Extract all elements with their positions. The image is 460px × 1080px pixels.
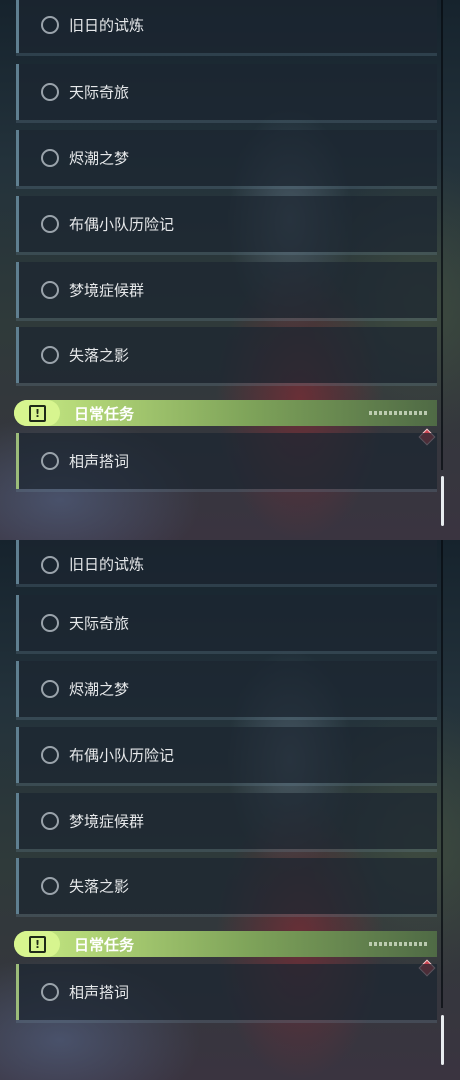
quest-label: 烬潮之梦 [69, 149, 130, 168]
quest-panel-2: 旧日的试炼 天际奇旅 烬潮之梦 布偶小队历险记 梦境症候群 失落之影 ! 日常任… [0, 540, 460, 1080]
quest-label: 烬潮之梦 [69, 680, 130, 699]
radio-circle-icon [41, 149, 59, 167]
quest-row[interactable]: 梦境症候群 [16, 262, 437, 318]
quest-label: 失落之影 [69, 346, 130, 365]
quest-row[interactable]: 烬潮之梦 [16, 661, 437, 717]
radio-circle-icon [41, 16, 59, 34]
decorative-stripe [369, 942, 427, 946]
quest-label: 失落之影 [69, 877, 130, 896]
section-title: 日常任务 [74, 405, 135, 423]
quest-row[interactable]: 梦境症候群 [16, 793, 437, 849]
quest-row[interactable]: 失落之影 [16, 858, 437, 914]
radio-circle-icon [41, 215, 59, 233]
daily-quest-row[interactable]: 相声搭词 [16, 964, 437, 1020]
quest-label: 布偶小队历险记 [69, 746, 175, 765]
daily-quest-row[interactable]: 相声搭词 [16, 433, 437, 489]
quest-row[interactable]: 布偶小队历险记 [16, 196, 437, 252]
radio-circle-icon [41, 452, 59, 470]
radio-circle-icon [41, 877, 59, 895]
section-title: 日常任务 [74, 936, 135, 954]
scrollbar-thumb[interactable] [441, 1015, 444, 1065]
quest-row[interactable]: 天际奇旅 [16, 595, 437, 651]
quest-row[interactable]: 烬潮之梦 [16, 130, 437, 186]
daily-section-header[interactable]: ! 日常任务 [14, 931, 437, 957]
quest-row[interactable]: 旧日的试炼 [16, 0, 437, 53]
quest-row[interactable]: 旧日的试炼 [16, 540, 437, 584]
quest-row[interactable]: 布偶小队历险记 [16, 727, 437, 783]
scrollbar-thumb[interactable] [441, 476, 444, 526]
quest-label: 天际奇旅 [69, 614, 130, 633]
quest-row[interactable]: 天际奇旅 [16, 64, 437, 120]
quest-row[interactable]: 失落之影 [16, 327, 437, 383]
radio-circle-icon [41, 812, 59, 830]
radio-circle-icon [41, 346, 59, 364]
quest-label: 相声搭词 [69, 983, 130, 1002]
exclamation-box-icon: ! [14, 400, 60, 426]
quest-label: 相声搭词 [69, 452, 130, 471]
decorative-stripe [369, 411, 427, 415]
scroll-track [441, 0, 443, 470]
radio-circle-icon [41, 746, 59, 764]
radio-circle-icon [41, 983, 59, 1001]
radio-circle-icon [41, 83, 59, 101]
scroll-track [441, 540, 443, 1008]
quest-panel-1: 旧日的试炼 天际奇旅 烬潮之梦 布偶小队历险记 梦境症候群 失落之影 ! 日常任… [0, 0, 460, 540]
radio-circle-icon [41, 614, 59, 632]
quest-label: 梦境症候群 [69, 281, 145, 300]
quest-label: 旧日的试炼 [69, 555, 145, 574]
radio-circle-icon [41, 556, 59, 574]
quest-label: 旧日的试炼 [69, 16, 145, 35]
radio-circle-icon [41, 680, 59, 698]
quest-label: 天际奇旅 [69, 83, 130, 102]
daily-section-header[interactable]: ! 日常任务 [14, 400, 437, 426]
quest-label: 梦境症候群 [69, 812, 145, 831]
radio-circle-icon [41, 281, 59, 299]
quest-label: 布偶小队历险记 [69, 215, 175, 234]
exclamation-box-icon: ! [14, 931, 60, 957]
